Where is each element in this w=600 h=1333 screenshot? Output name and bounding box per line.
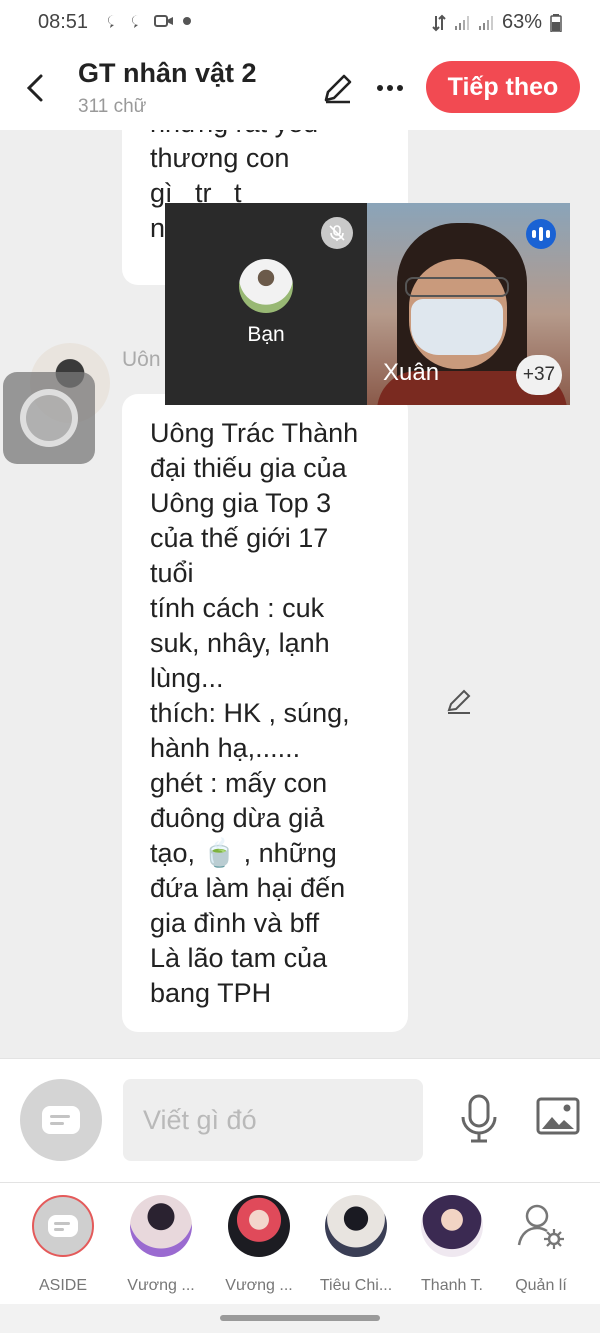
chat-bubble-icon [108, 15, 114, 28]
home-indicator[interactable] [220, 1315, 380, 1321]
dot-icon [183, 17, 191, 25]
avatar [228, 1195, 290, 1257]
self-avatar [239, 259, 293, 313]
character-aside[interactable]: ASIDE [18, 1195, 108, 1295]
system-nav-bar [0, 1304, 600, 1333]
next-button[interactable]: Tiếp theo [426, 61, 580, 113]
back-button[interactable] [16, 68, 52, 108]
user-settings-icon [510, 1195, 572, 1257]
mic-off-icon [321, 217, 353, 249]
character-item[interactable]: Vương ... [214, 1195, 304, 1295]
image-button[interactable] [536, 1097, 580, 1135]
more-dots-icon [377, 85, 403, 91]
floating-assistive-button[interactable] [3, 372, 95, 464]
microphone-button[interactable] [458, 1093, 500, 1145]
assistive-circle-icon [20, 389, 78, 447]
battery-percent: 63% [501, 11, 542, 33]
self-name: Bạn [247, 323, 285, 346]
aside-toggle-button[interactable] [20, 1079, 102, 1161]
signal-icon [454, 15, 469, 30]
composer [0, 1058, 600, 1183]
sender-name: Uôn [122, 348, 161, 371]
message-input[interactable] [123, 1079, 423, 1161]
character-label: Vương ... [127, 1277, 195, 1294]
avatar [130, 1195, 192, 1257]
chat-bubble-icon [42, 1106, 80, 1134]
avatar [325, 1195, 387, 1257]
image-icon [536, 1097, 580, 1135]
header: GT nhân vật 2 311 chữ Tiếp theo [0, 46, 600, 130]
status-right: 63% [432, 11, 562, 34]
video-camera-icon [154, 15, 173, 27]
character-bar: ASIDE Vương ... Vương ... Tiêu Chi... Th… [0, 1182, 600, 1305]
video-call-overlay[interactable]: Bạn Xuân +37 [165, 203, 570, 405]
chat-bubble-icon [132, 15, 138, 28]
pencil-icon [324, 74, 352, 104]
microphone-icon [461, 1094, 497, 1143]
message-bubble[interactable]: Uông Trác Thành đại thiếu gia của Uông g… [122, 394, 408, 1032]
notification-icons [106, 13, 192, 29]
character-label: Tiêu Chi... [319, 1277, 393, 1294]
manage-characters-button[interactable]: Quản lí [496, 1195, 586, 1295]
data-arrows-icon [432, 14, 446, 31]
speaking-icon [526, 219, 556, 249]
chat-bubble-icon [48, 1215, 78, 1237]
status-time: 08:51 [38, 11, 89, 33]
character-label: ASIDE [38, 1277, 87, 1294]
page-title: GT nhân vật 2 [78, 58, 257, 88]
participants-count-badge[interactable]: +37 [516, 355, 562, 395]
remote-tile[interactable]: Xuân +37 [367, 203, 570, 405]
edit-title-button[interactable] [320, 70, 356, 106]
status-bar: 08:51 63% [0, 0, 600, 46]
character-item[interactable]: Vương ... [116, 1195, 206, 1295]
chevron-left-icon [26, 74, 43, 102]
avatar [32, 1195, 94, 1257]
remote-name: Xuân [383, 359, 440, 386]
word-count: 311 chữ [78, 96, 147, 117]
message-text: Uông Trác Thành đại thiếu gia của Uông g… [150, 418, 359, 1008]
more-options-button[interactable] [372, 70, 408, 106]
self-tile[interactable]: Bạn [165, 203, 367, 405]
character-label: Vương ... [225, 1277, 293, 1294]
character-item[interactable]: Tiêu Chi... [311, 1195, 401, 1295]
character-label: Thanh T. [421, 1277, 483, 1294]
pencil-icon [447, 689, 471, 714]
edit-message-button[interactable] [444, 686, 474, 716]
character-label: Quản lí [515, 1277, 567, 1294]
battery-icon [550, 13, 562, 32]
avatar [421, 1195, 483, 1257]
signal-icon [478, 15, 493, 30]
character-item[interactable]: Thanh T. [407, 1195, 497, 1295]
